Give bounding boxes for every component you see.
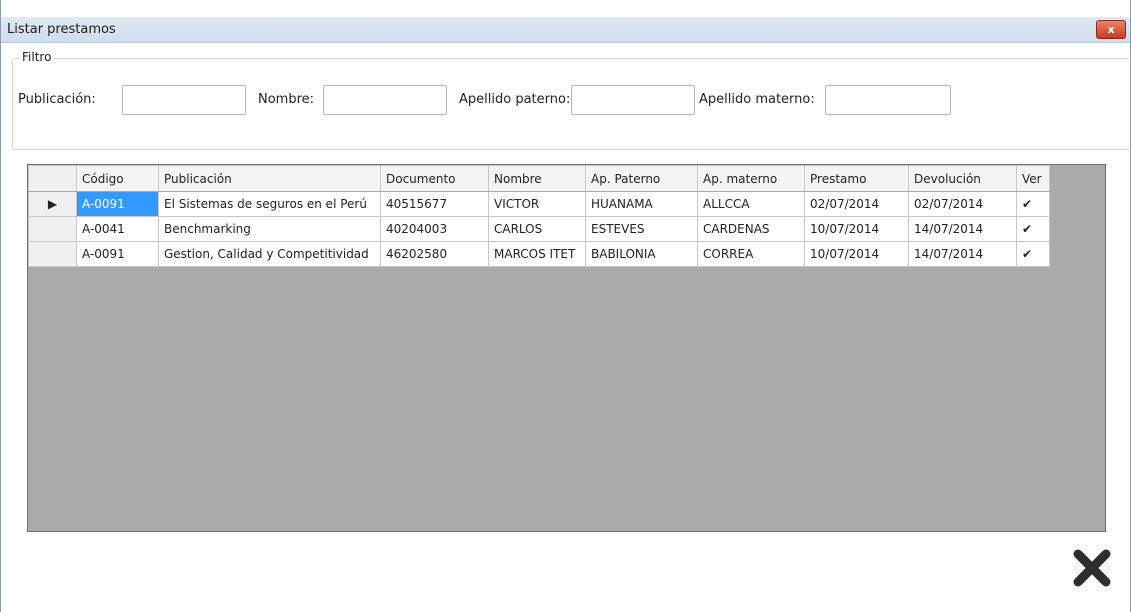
listar-prestamos-window: Listar prestamos x Filtro Publicación: N… — [0, 0, 1131, 612]
row-selector[interactable] — [28, 216, 77, 242]
table-row[interactable]: A-0041 Benchmarking 40204003 CARLOS ESTE… — [28, 216, 1050, 242]
apellido-materno-label: Apellido materno: — [699, 92, 815, 107]
cell-prestamo[interactable]: 02/07/2014 — [804, 191, 909, 217]
view-check-icon[interactable]: ✔ — [1016, 216, 1050, 242]
close-x-icon[interactable] — [1069, 545, 1115, 591]
view-check-icon[interactable]: ✔ — [1016, 241, 1050, 267]
title-bar: Listar prestamos x — [1, 17, 1130, 43]
cell-prestamo[interactable]: 10/07/2014 — [804, 216, 909, 242]
cell-codigo[interactable]: A-0091 — [76, 241, 159, 267]
column-header-ap-paterno[interactable]: Ap. Paterno — [585, 165, 698, 192]
cell-publicacion[interactable]: Gestion, Calidad y Competitividad — [158, 241, 381, 267]
cell-nombre[interactable]: VICTOR — [488, 191, 586, 217]
cell-prestamo[interactable]: 10/07/2014 — [804, 241, 909, 267]
cell-publicacion[interactable]: El Sistemas de seguros en el Perú — [158, 191, 381, 217]
publicacion-input[interactable] — [122, 85, 246, 115]
row-selector[interactable] — [28, 241, 77, 267]
column-header-ap-materno[interactable]: Ap. materno — [697, 165, 805, 192]
apellido-materno-input[interactable] — [825, 85, 951, 115]
cell-ap-paterno[interactable]: HUANAMA — [585, 191, 698, 217]
filter-groupbox: Filtro Publicación: Nombre: Apellido pat… — [12, 50, 1131, 150]
cell-ap-materno[interactable]: CORREA — [697, 241, 805, 267]
prestamos-grid[interactable]: Código Publicación Documento Nombre Ap. … — [27, 164, 1106, 532]
column-header-devolucion[interactable]: Devolución — [908, 165, 1017, 192]
cell-devolucion[interactable]: 02/07/2014 — [908, 191, 1017, 217]
column-header-documento[interactable]: Documento — [380, 165, 489, 192]
apellido-paterno-input[interactable] — [571, 85, 695, 115]
cell-publicacion[interactable]: Benchmarking — [158, 216, 381, 242]
prestamos-table: Código Publicación Documento Nombre Ap. … — [28, 165, 1050, 267]
nombre-label: Nombre: — [258, 92, 315, 107]
cell-codigo[interactable]: A-0041 — [76, 216, 159, 242]
cell-documento[interactable]: 40515677 — [380, 191, 489, 217]
window-close-icon[interactable]: x — [1107, 23, 1114, 36]
row-selector-current[interactable]: ▶ — [28, 191, 77, 217]
cell-codigo[interactable]: A-0091 — [76, 191, 159, 217]
cell-nombre[interactable]: MARCOS ITET — [488, 241, 586, 267]
close-form-button[interactable] — [1069, 545, 1115, 591]
cell-ap-paterno[interactable]: ESTEVES — [585, 216, 698, 242]
column-header-nombre[interactable]: Nombre — [488, 165, 586, 192]
column-header-ver[interactable]: Ver — [1016, 165, 1050, 192]
nombre-input[interactable] — [323, 85, 447, 115]
table-row[interactable]: A-0091 Gestion, Calidad y Competitividad… — [28, 241, 1050, 267]
publicacion-label: Publicación: — [18, 92, 96, 107]
column-header-publicacion[interactable]: Publicación — [158, 165, 381, 192]
grid-header-row: Código Publicación Documento Nombre Ap. … — [28, 165, 1050, 192]
column-header-prestamo[interactable]: Prestamo — [804, 165, 909, 192]
cell-ap-paterno[interactable]: BABILONIA — [585, 241, 698, 267]
cell-documento[interactable]: 40204003 — [380, 216, 489, 242]
column-header-codigo[interactable]: Código — [76, 165, 159, 192]
cell-documento[interactable]: 46202580 — [380, 241, 489, 267]
cell-devolucion[interactable]: 14/07/2014 — [908, 241, 1017, 267]
cell-nombre[interactable]: CARLOS — [488, 216, 586, 242]
cell-ap-materno[interactable]: CARDENAS — [697, 216, 805, 242]
apellido-paterno-label: Apellido paterno: — [459, 92, 571, 107]
cell-ap-materno[interactable]: ALLCCA — [697, 191, 805, 217]
grid-corner-cell — [28, 165, 77, 192]
table-row[interactable]: ▶ A-0091 El Sistemas de seguros en el Pe… — [28, 191, 1050, 217]
filter-legend: Filtro — [19, 50, 55, 64]
window-title: Listar prestamos — [7, 22, 116, 37]
window-close-button[interactable]: x — [1096, 20, 1126, 39]
view-check-icon[interactable]: ✔ — [1016, 191, 1050, 217]
cell-devolucion[interactable]: 14/07/2014 — [908, 216, 1017, 242]
